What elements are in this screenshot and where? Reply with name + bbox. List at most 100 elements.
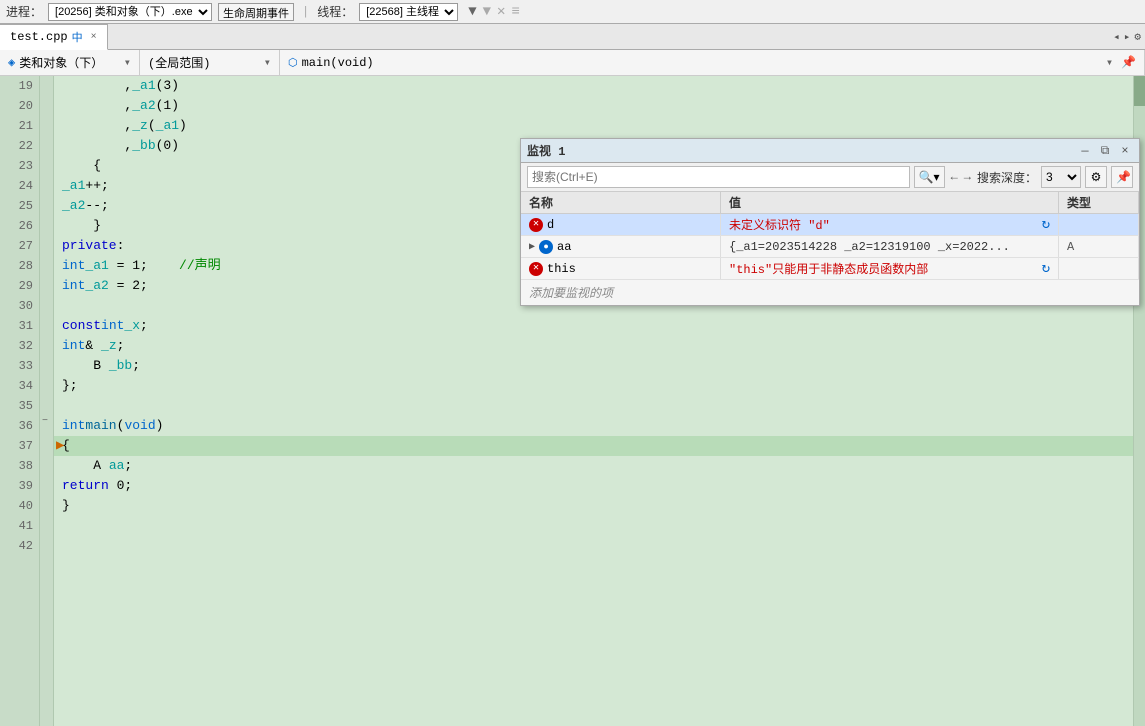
- watch-forward-btn[interactable]: →: [962, 170, 973, 184]
- line-27: 27: [4, 236, 33, 256]
- watch-minimize-btn[interactable]: —: [1077, 144, 1093, 158]
- watch-title: 监视 1: [527, 142, 1073, 159]
- lifecycle-btn[interactable]: 生命周期事件: [218, 3, 294, 21]
- watch-refresh-d[interactable]: ↻: [1042, 216, 1050, 233]
- line-30: 30: [4, 296, 33, 316]
- code-line-37: {: [54, 436, 1133, 456]
- class-scope-arrow[interactable]: ▾: [124, 55, 131, 70]
- watch-value-d: 未定义标识符 "d": [729, 216, 830, 233]
- watch-column-headers: 名称 值 类型: [521, 192, 1139, 214]
- filter4-icon: ≡: [511, 4, 519, 20]
- global-scope-item[interactable]: (全局范围) ▾: [140, 50, 280, 76]
- line-39: 39: [4, 476, 33, 496]
- error-icon-d: ✕: [529, 218, 543, 232]
- line-29: 29: [4, 276, 33, 296]
- watch-row-aa[interactable]: ▶ ● aa {_a1=2023514228 _a2=12319100 _x=2…: [521, 236, 1139, 258]
- watch-row-this[interactable]: ✕ this "this"只能用于非静态成员函数内部 ↻: [521, 258, 1139, 280]
- code-line-34: };: [54, 376, 1133, 396]
- watch-search-btn[interactable]: 🔍▾: [914, 166, 945, 188]
- code-line-38: A aa;: [54, 456, 1133, 476]
- expand-arrow-aa[interactable]: ▶: [529, 241, 535, 253]
- line-42: 42: [4, 536, 33, 556]
- class-scope-item[interactable]: ◈ 类和对象（下） ▾: [0, 50, 140, 76]
- watch-col-name: 名称: [521, 192, 721, 213]
- watch-cell-aa-type: A: [1059, 236, 1139, 257]
- fold-indicator-36[interactable]: −: [42, 416, 48, 427]
- global-scope-arrow[interactable]: ▾: [264, 55, 271, 70]
- code-line-36: int main(void): [54, 416, 1133, 436]
- line-31: 31: [4, 316, 33, 336]
- code-line-35: [54, 396, 1133, 416]
- function-scope-icon: ⬡: [288, 56, 298, 70]
- watch-panel: 监视 1 — ⧉ × 🔍▾ ← → 搜索深度： 3 ⚙ 📌 名称 值 类型: [520, 138, 1140, 306]
- tab-scroll-right[interactable]: ▸: [1124, 30, 1131, 44]
- code-line-42: [54, 536, 1133, 556]
- line-26: 26: [4, 216, 33, 236]
- watch-cell-aa-value: {_a1=2023514228 _a2=12319100 _x=2022...: [721, 236, 1059, 257]
- object-icon-aa: ●: [539, 240, 553, 254]
- watch-col-value: 值: [721, 192, 1059, 213]
- line-20: 20: [4, 96, 33, 116]
- code-line-40: }: [54, 496, 1133, 516]
- watch-search-input[interactable]: [527, 166, 910, 188]
- watch-float-btn[interactable]: ⧉: [1097, 144, 1113, 158]
- watch-add-row[interactable]: 添加要监视的项: [521, 280, 1139, 305]
- class-scope-label: 类和对象（下）: [19, 54, 103, 71]
- watch-value-aa: {_a1=2023514228 _a2=12319100 _x=2022...: [729, 240, 1010, 254]
- process-select[interactable]: [20256] 类和对象（下）.exe: [48, 3, 212, 21]
- watch-depth-label: 搜索深度：: [977, 169, 1037, 186]
- line-19: 19: [4, 76, 33, 96]
- tab-filename: test.cpp: [10, 30, 68, 44]
- function-scope-arrow[interactable]: ▾: [1106, 55, 1113, 70]
- nav-pin-btn[interactable]: 📌: [1121, 55, 1136, 70]
- filter-icon[interactable]: ▼: [468, 4, 476, 20]
- watch-add-text: 添加要监视的项: [529, 287, 613, 301]
- watch-close-btn[interactable]: ×: [1117, 144, 1133, 158]
- watch-refresh-this[interactable]: ↻: [1042, 260, 1050, 277]
- thread-select[interactable]: [22568] 主线程: [359, 3, 458, 21]
- watch-cell-d-value: 未定义标识符 "d" ↻: [721, 214, 1059, 235]
- code-line-33: B _bb;: [54, 356, 1133, 376]
- watch-title-bar: 监视 1 — ⧉ ×: [521, 139, 1139, 163]
- error-icon-this: ✕: [529, 262, 543, 276]
- line-23: 23: [4, 156, 33, 176]
- line-36: 36: [4, 416, 33, 436]
- scrollbar-thumb[interactable]: [1134, 76, 1145, 106]
- watch-depth-select[interactable]: 3: [1041, 166, 1081, 188]
- code-line-31: const int _x;: [54, 316, 1133, 336]
- watch-action-btn2[interactable]: 📌: [1111, 166, 1133, 188]
- watch-row-d[interactable]: ✕ d 未定义标识符 "d" ↻: [521, 214, 1139, 236]
- line-21: 21: [4, 116, 33, 136]
- line-40: 40: [4, 496, 33, 516]
- line-22: 22: [4, 136, 33, 156]
- top-toolbar: 进程： [20256] 类和对象（下）.exe 生命周期事件 | 线程： [22…: [0, 0, 1145, 24]
- line-34: 34: [4, 376, 33, 396]
- tab-scroll-left[interactable]: ◂: [1113, 30, 1120, 44]
- file-tab[interactable]: test.cpp 中 ×: [0, 24, 108, 50]
- watch-cell-this-type: [1059, 258, 1139, 279]
- code-line-39: return 0;: [54, 476, 1133, 496]
- tab-pin[interactable]: 中: [72, 29, 83, 45]
- line-35: 35: [4, 396, 33, 416]
- fold-margin: −: [40, 76, 54, 726]
- code-line-20: ,_a2(1): [54, 96, 1133, 116]
- code-line-21: ,_z(_a1): [54, 116, 1133, 136]
- watch-name-this: this: [547, 262, 576, 276]
- execution-arrow: ▶: [56, 436, 64, 456]
- thread-label: 线程：: [317, 3, 353, 20]
- tab-settings[interactable]: ⚙: [1134, 30, 1141, 44]
- watch-nav-arrows: ← →: [949, 170, 973, 184]
- line-38: 38: [4, 456, 33, 476]
- watch-action-btn1[interactable]: ⚙: [1085, 166, 1107, 188]
- watch-value-this: "this"只能用于非静态成员函数内部: [729, 260, 928, 277]
- tab-close[interactable]: ×: [91, 32, 97, 43]
- watch-cell-aa-name: ▶ ● aa: [521, 236, 721, 257]
- watch-name-aa: aa: [557, 240, 571, 254]
- global-scope-label: (全局范围): [148, 54, 210, 71]
- function-scope-item[interactable]: ⬡ main(void) ▾ 📌: [280, 50, 1145, 76]
- watch-back-btn[interactable]: ←: [949, 170, 960, 184]
- line-37: 37: [4, 436, 33, 456]
- watch-search-bar: 🔍▾ ← → 搜索深度： 3 ⚙ 📌: [521, 163, 1139, 192]
- line-28: 28: [4, 256, 33, 276]
- line-32: 32: [4, 336, 33, 356]
